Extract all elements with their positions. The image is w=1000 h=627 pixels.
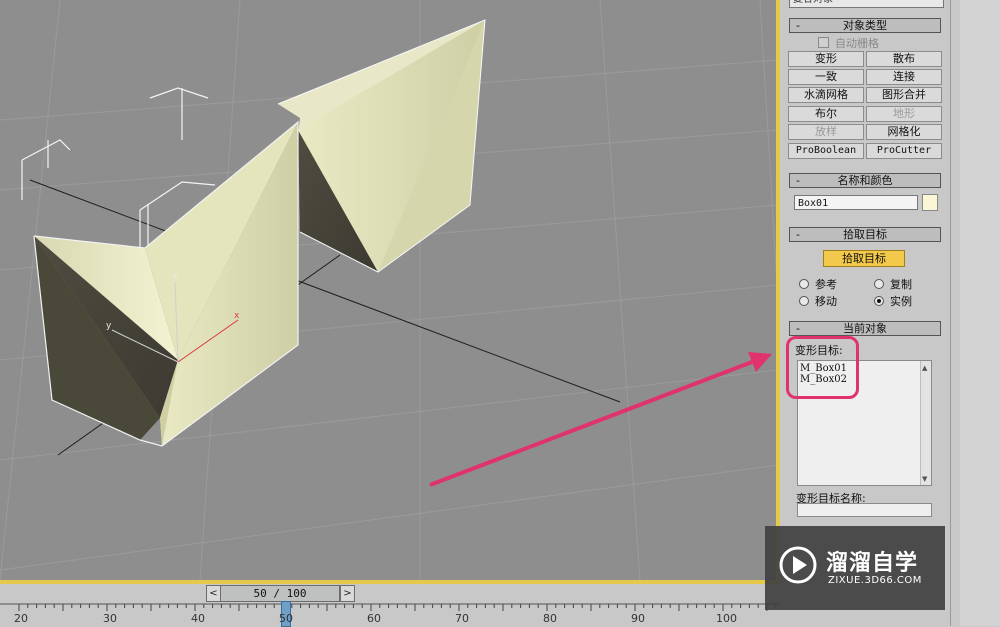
radio-icon <box>799 296 809 306</box>
collapse-icon: - <box>796 174 800 187</box>
mesher-button[interactable]: 网格化 <box>866 124 942 140</box>
tick-label: 100 <box>716 612 737 625</box>
radio-label: 参考 <box>815 278 837 291</box>
time-prev-button[interactable]: < <box>206 585 221 602</box>
rollout-title: 当前对象 <box>843 322 887 335</box>
track-ticks <box>0 603 780 611</box>
connect-button[interactable]: 连接 <box>866 69 942 85</box>
perspective-viewport[interactable]: z y x <box>0 0 778 580</box>
blobmesh-button[interactable]: 水滴网格 <box>788 87 864 103</box>
axis-z-label: z <box>173 271 178 281</box>
boolean-button[interactable]: 布尔 <box>788 106 864 122</box>
morph-object-1 <box>33 120 299 447</box>
tick-label: 70 <box>455 612 469 625</box>
watermark-title: 溜溜自学 <box>826 551 919 576</box>
tick-label: 20 <box>14 612 28 625</box>
rollout-pick-target[interactable]: - 拾取目标 <box>789 227 941 242</box>
scroll-up-icon[interactable]: ▲ <box>922 364 927 372</box>
rollout-object-type[interactable]: - 对象类型 <box>789 18 941 33</box>
radio-icon <box>874 279 884 289</box>
rollout-name-color[interactable]: - 名称和颜色 <box>789 173 941 188</box>
annotation-arrow <box>429 352 772 487</box>
auto-grid-checkbox[interactable]: 自动栅格 <box>818 35 879 51</box>
radio-reference[interactable]: 参考 <box>799 276 837 292</box>
scroll-down-icon[interactable]: ▼ <box>922 475 927 483</box>
rollout-title: 对象类型 <box>843 19 887 32</box>
checkbox-icon <box>818 37 829 48</box>
viewport-scene: z y x <box>0 0 778 580</box>
play-logo-icon <box>779 546 817 584</box>
radio-label: 复制 <box>890 278 912 291</box>
object-color-swatch[interactable] <box>922 194 938 211</box>
track-bar[interactable] <box>0 603 780 626</box>
tick-label: 30 <box>103 612 117 625</box>
time-next-button[interactable]: > <box>340 585 355 602</box>
watermark-subtitle: ZIXUE.3D66.COM <box>828 575 922 586</box>
object-name-field[interactable]: Box01 <box>794 195 918 210</box>
terrain-button[interactable]: 地形 <box>866 106 942 122</box>
morph-target-name-field[interactable] <box>797 503 932 517</box>
radio-move[interactable]: 移动 <box>799 293 837 309</box>
category-dropdown[interactable]: 复合对象 <box>789 0 944 8</box>
axis-y-label: y <box>106 321 112 331</box>
collapse-icon: - <box>796 228 800 241</box>
morph-button[interactable]: 变形 <box>788 51 864 67</box>
tick-label: 50 <box>279 612 293 625</box>
radio-selected-icon <box>874 296 884 306</box>
loft-button[interactable]: 放样 <box>788 124 864 140</box>
right-edge-area <box>960 0 1000 626</box>
scatter-button[interactable]: 散布 <box>866 51 942 67</box>
proboolean-button[interactable]: ProBoolean <box>788 143 864 159</box>
radio-icon <box>799 279 809 289</box>
axis-x-label: x <box>234 311 240 321</box>
morph-object-2 <box>277 19 486 273</box>
rollout-title: 拾取目标 <box>843 228 887 241</box>
rollout-title: 名称和颜色 <box>837 174 893 187</box>
pick-target-button[interactable]: 拾取目标 <box>823 250 905 267</box>
rollout-current-object[interactable]: - 当前对象 <box>789 321 941 336</box>
auto-grid-label: 自动栅格 <box>835 37 879 50</box>
tick-label: 40 <box>191 612 205 625</box>
time-slider[interactable]: 50 / 100 <box>220 585 340 602</box>
list-scrollbar[interactable]: ▲ ▼ <box>920 361 931 485</box>
time-slider-bar <box>0 584 780 602</box>
tick-label: 60 <box>367 612 381 625</box>
radio-copy[interactable]: 复制 <box>874 276 912 292</box>
radio-instance[interactable]: 实例 <box>874 293 912 309</box>
shapemerge-button[interactable]: 图形合并 <box>866 87 942 103</box>
radio-label: 实例 <box>890 295 912 308</box>
tick-label: 90 <box>631 612 645 625</box>
collapse-icon: - <box>796 322 800 335</box>
radio-label: 移动 <box>815 295 837 308</box>
annotation-highlight <box>786 336 859 399</box>
collapse-icon: - <box>796 19 800 32</box>
tick-label: 80 <box>543 612 557 625</box>
conform-button[interactable]: 一致 <box>788 69 864 85</box>
procutter-button[interactable]: ProCutter <box>866 143 942 159</box>
